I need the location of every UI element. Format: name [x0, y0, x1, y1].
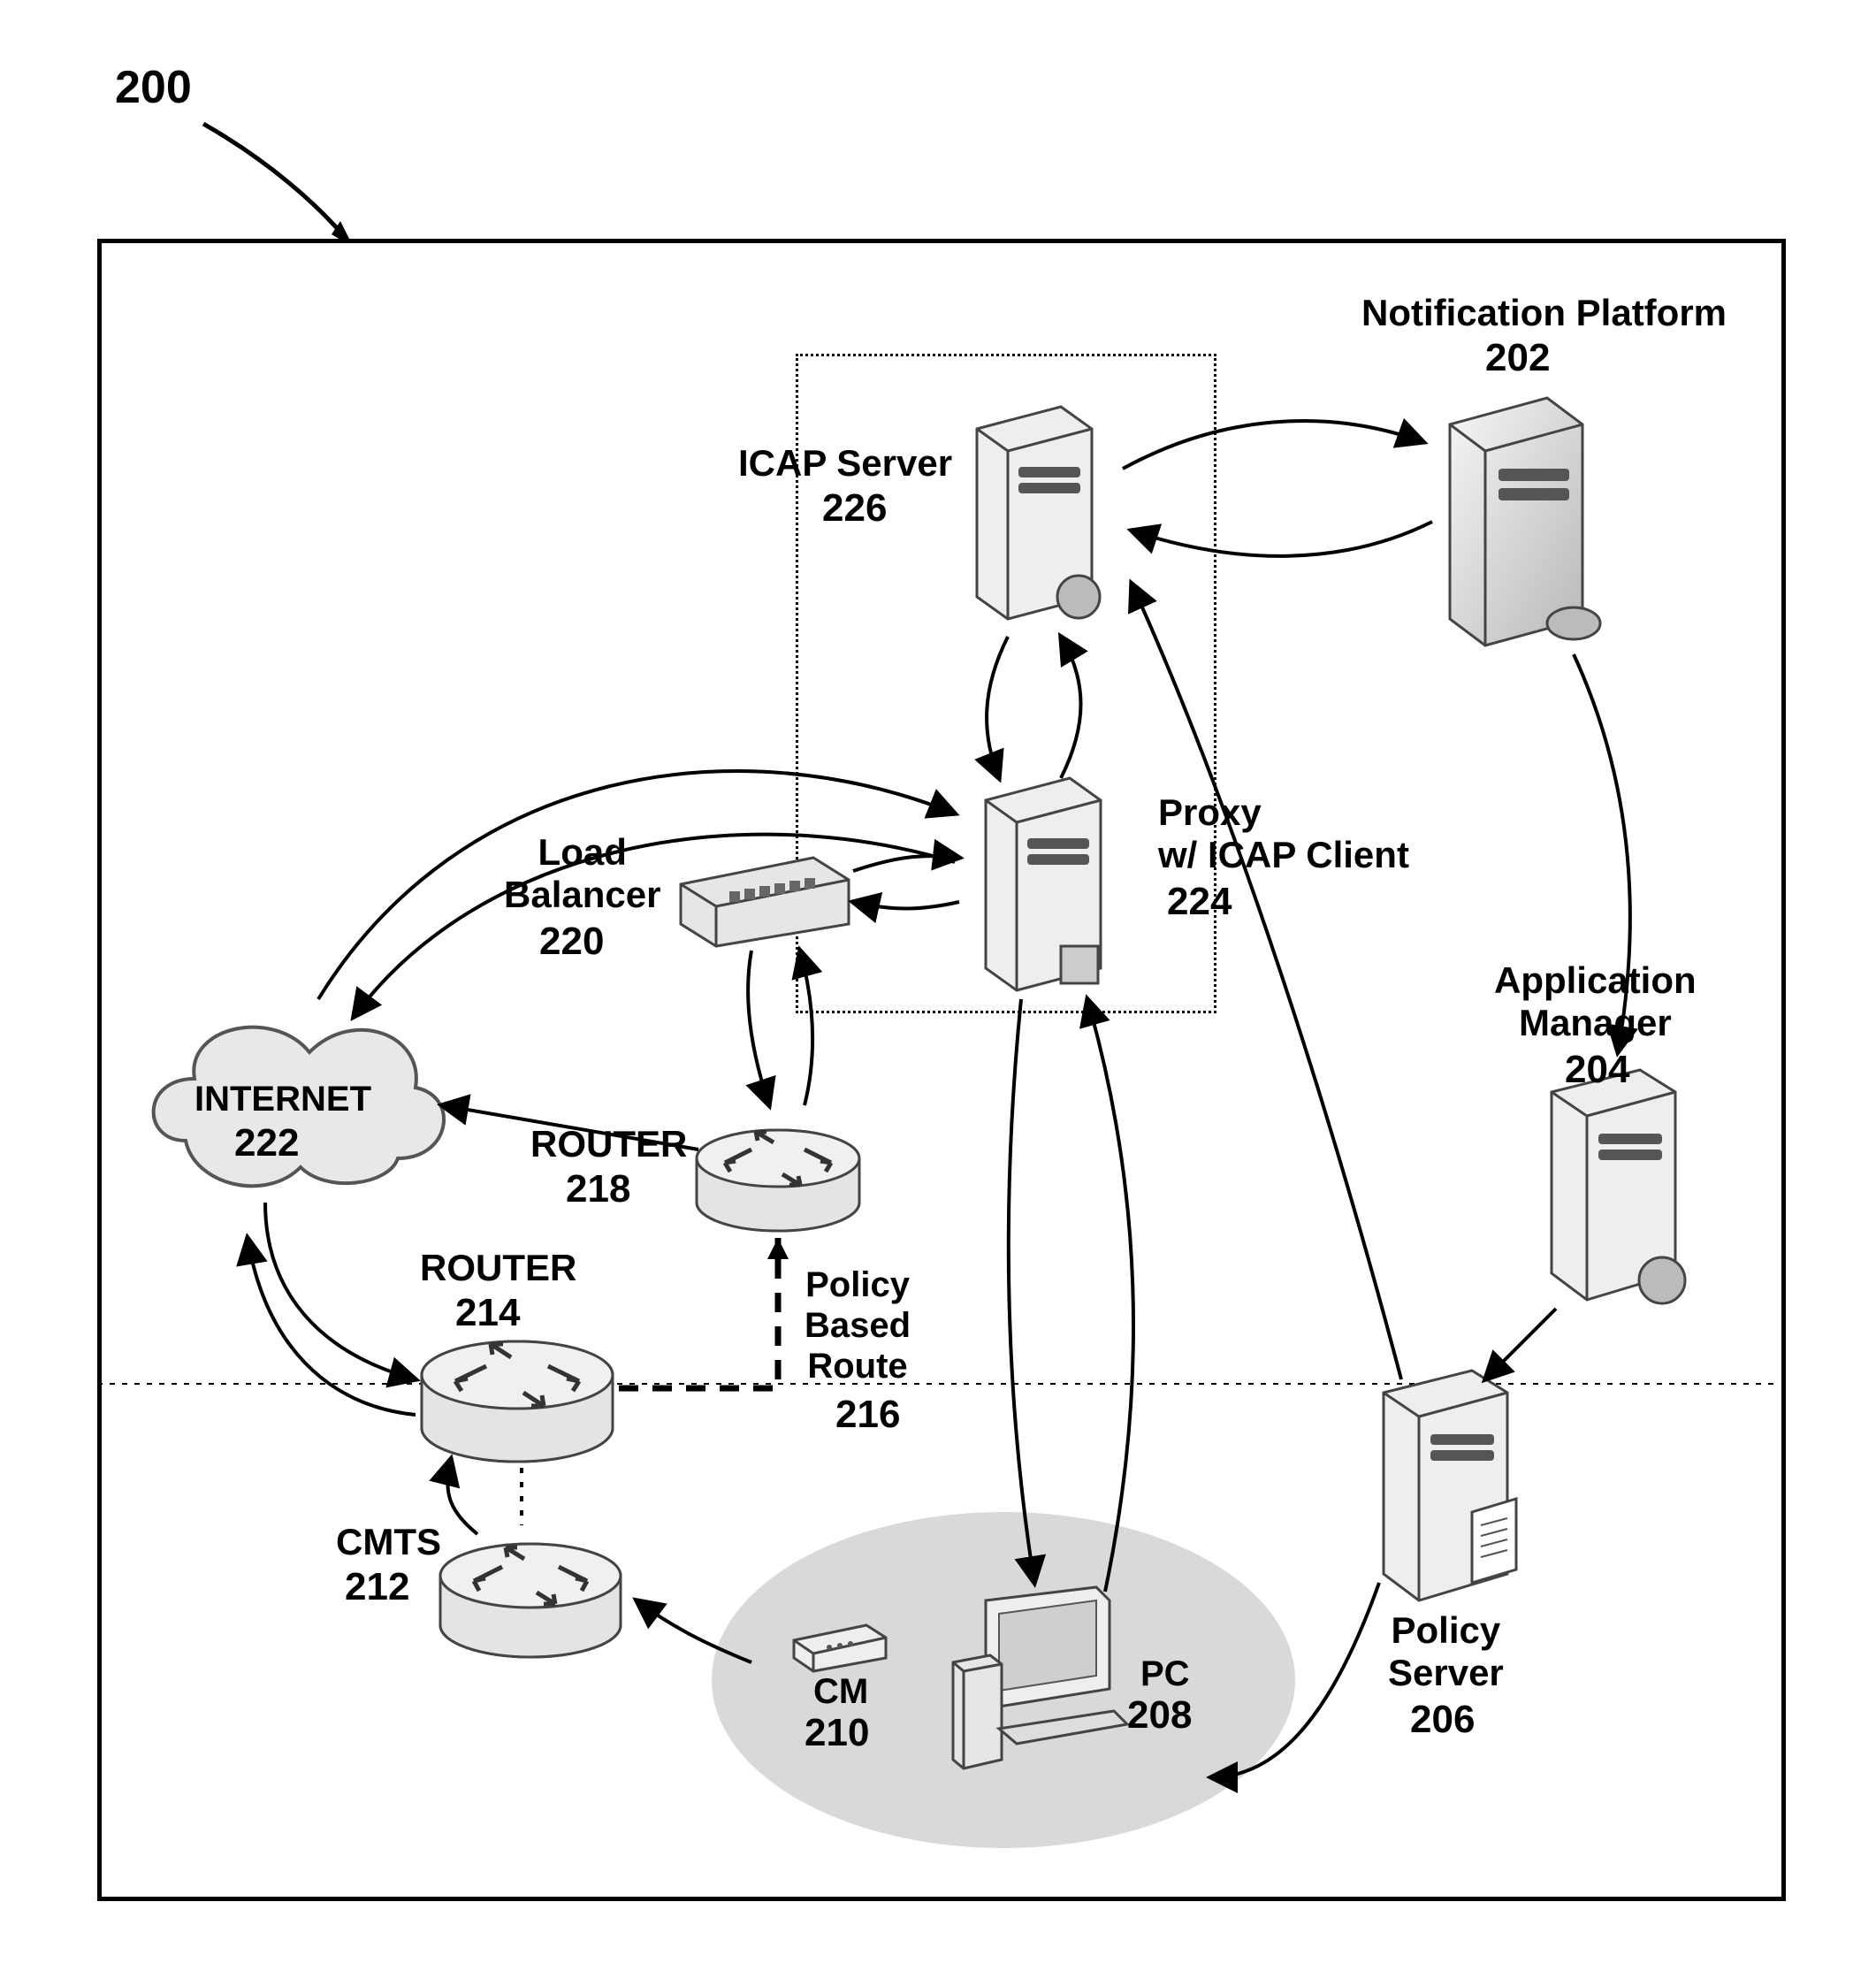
arrows-layer	[0, 0, 1876, 1963]
diagram-page: 200 Notification Platform 202 ICA	[0, 0, 1876, 1963]
